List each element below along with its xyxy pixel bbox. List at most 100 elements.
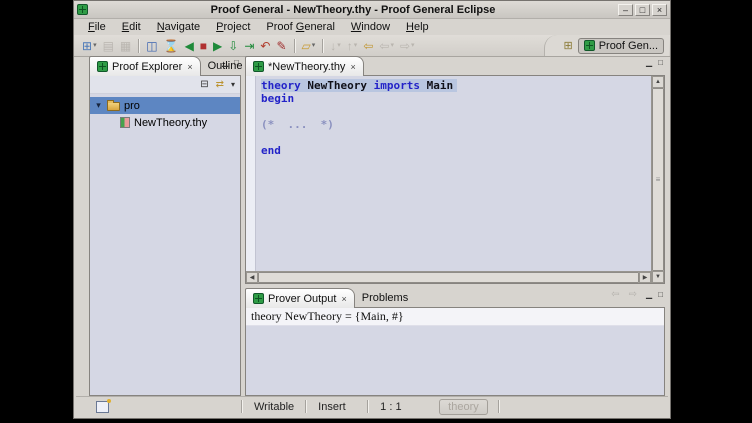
status-caret-position: 1 : 1 [369, 401, 429, 413]
open-resource-button[interactable]: ▱▾ [300, 37, 318, 55]
prover-output-text: theory NewTheory = {Main, #} [246, 308, 664, 326]
tab-problems-label: Problems [362, 292, 408, 304]
next-step-icon: ▶ [213, 37, 222, 55]
next-annotation-button: ↓▾ [328, 37, 343, 55]
tree-item-project-label: pro [124, 100, 140, 112]
output-forward-icon: ⇨ [629, 290, 637, 300]
tree-item-theory-file[interactable]: NewTheory.thy [90, 114, 240, 131]
retract-all-button[interactable]: ↶ [258, 37, 272, 55]
scroll-down-icon[interactable]: ▼ [652, 271, 664, 283]
tab-problems[interactable]: Problems [355, 288, 415, 307]
fast-view-icon[interactable] [96, 401, 109, 413]
next-step-button[interactable]: ▶ [211, 37, 224, 55]
workbench-area: Proof Explorer × Outline ▁ □ ⊟ ⇄ [74, 55, 670, 396]
menu-proof-general[interactable]: Proof General [258, 21, 343, 33]
interrupt-button[interactable]: ■ [198, 37, 209, 55]
new-wizard-icon: ⊞ [82, 37, 92, 55]
link-with-editor-icon[interactable]: ⇄ [216, 79, 224, 90]
previous-annotation-button: ↑▾ [345, 37, 360, 55]
maximize-view-icon[interactable]: □ [234, 58, 239, 68]
toolbar-separator [294, 39, 295, 53]
vertical-scroll-thumb[interactable]: ≡ [652, 88, 664, 271]
dropdown-arrow-icon: ▾ [354, 37, 358, 55]
tab-editor-newtheory[interactable]: *NewTheory.thy × [245, 56, 364, 76]
last-edit-location-button[interactable]: ⇦ [361, 37, 375, 55]
maximize-window-button[interactable]: □ [635, 4, 650, 16]
view-menu-icon[interactable]: ▾ [231, 80, 235, 89]
editor-tab-icon [253, 61, 264, 72]
tree-expander-icon[interactable]: ▾ [94, 100, 103, 111]
theory-mode-button: theory [439, 399, 488, 415]
prover-output-body: theory NewTheory = {Main, #} [245, 307, 665, 396]
status-writable: Writable [243, 401, 305, 413]
prover-output-view: Prover Output × Problems ⇦ ⇨ ▁ □ [245, 287, 665, 396]
dropdown-arrow-icon: ▾ [312, 37, 316, 55]
tree-item-project[interactable]: ▾ pro [90, 97, 240, 114]
title-bar[interactable]: Proof General - NewTheory.thy - Proof Ge… [74, 1, 670, 19]
toolbar-buttons: ⊞▾▤▦◫⌛◀■▶⇩⇥↶✎▱▾↓▾↑▾⇦⇦▾⇨▾ [79, 37, 418, 55]
minimize-window-button[interactable]: – [618, 4, 633, 16]
goto-button[interactable]: ⇩ [226, 37, 240, 55]
interrupt-icon: ■ [200, 37, 207, 55]
last-edit-location-icon: ⇦ [363, 37, 373, 55]
open-prover-view-button[interactable]: ◫ [144, 37, 159, 55]
dropdown-arrow-icon: ▾ [390, 37, 394, 55]
horizontal-scroll-thumb[interactable] [258, 272, 639, 283]
undo-step-button[interactable]: ◀ [183, 37, 196, 55]
scroll-left-icon[interactable]: ◀ [246, 272, 258, 283]
new-wizard-button[interactable]: ⊞▾ [80, 37, 99, 55]
menu-edit[interactable]: Edit [114, 21, 149, 33]
scroll-right-icon[interactable]: ▶ [639, 272, 651, 283]
print-button: ▦ [118, 37, 133, 55]
editor-body: theory NewTheory imports Main begin (* .… [245, 75, 665, 284]
menu-bar: File Edit Navigate Project Proof General… [74, 19, 670, 35]
perspective-label: Proof Gen... [599, 40, 658, 52]
restart-prover-icon: ⌛ [164, 37, 179, 55]
editor-vertical-scrollbar[interactable]: ▲ ≡ ▼ [651, 76, 664, 283]
status-divider [498, 400, 500, 413]
minimize-editor-icon[interactable]: ▁ [646, 58, 652, 68]
open-perspective-icon[interactable]: ⊞ [563, 39, 572, 52]
theory-file-icon [120, 117, 130, 128]
explorer-view-toolbar: ⊟ ⇄ ▾ [90, 76, 240, 94]
explorer-tabbar: Proof Explorer × Outline ▁ □ [89, 55, 241, 75]
run-to-end-button[interactable]: ⇥ [242, 37, 256, 55]
scroll-up-icon[interactable]: ▲ [652, 76, 664, 88]
menu-navigate[interactable]: Navigate [149, 21, 208, 33]
restart-prover-button[interactable]: ⌛ [162, 37, 181, 55]
collapse-all-icon[interactable]: ⊟ [200, 79, 208, 90]
proof-explorer-icon [97, 61, 108, 72]
toolbar-separator [138, 39, 139, 53]
proof-general-perspective-icon [584, 40, 595, 51]
close-tab-icon[interactable]: × [187, 62, 192, 72]
tab-prover-output[interactable]: Prover Output × [245, 288, 355, 308]
close-window-button[interactable]: × [652, 4, 667, 16]
menu-file[interactable]: File [80, 21, 114, 33]
dropdown-arrow-icon: ▾ [93, 37, 97, 55]
menu-project[interactable]: Project [208, 21, 258, 33]
undo-step-icon: ◀ [185, 37, 194, 55]
back-history-icon: ⇦ [379, 37, 389, 55]
maximize-editor-icon[interactable]: □ [658, 58, 663, 68]
close-output-tab-icon[interactable]: × [341, 294, 346, 304]
editor-horizontal-scrollbar[interactable]: ◀ ▶ [246, 271, 651, 283]
editor-code-area[interactable]: theory NewTheory imports Main begin (* .… [256, 76, 651, 271]
minimize-output-icon[interactable]: ▁ [646, 290, 652, 300]
status-bar: Writable Insert 1 : 1 theory [76, 396, 668, 416]
tab-proof-explorer[interactable]: Proof Explorer × [89, 56, 201, 76]
close-editor-tab-icon[interactable]: × [350, 62, 355, 72]
activate-scripting-button[interactable]: ✎ [274, 37, 288, 55]
application-window: Proof General - NewTheory.thy - Proof Ge… [73, 0, 671, 419]
output-back-icon: ⇦ [611, 290, 619, 300]
forward-history-icon: ⇨ [400, 37, 410, 55]
window-app-icon [77, 4, 88, 15]
menu-window[interactable]: Window [343, 21, 398, 33]
run-to-end-icon: ⇥ [244, 37, 254, 55]
minimize-view-icon[interactable]: ▁ [222, 58, 228, 68]
maximize-output-icon[interactable]: □ [658, 290, 663, 300]
proof-general-perspective-button[interactable]: Proof Gen... [578, 38, 664, 54]
forward-history-button: ⇨▾ [398, 37, 417, 55]
print-icon: ▦ [120, 37, 131, 55]
menu-help[interactable]: Help [398, 21, 437, 33]
toolbar-separator [322, 39, 323, 53]
